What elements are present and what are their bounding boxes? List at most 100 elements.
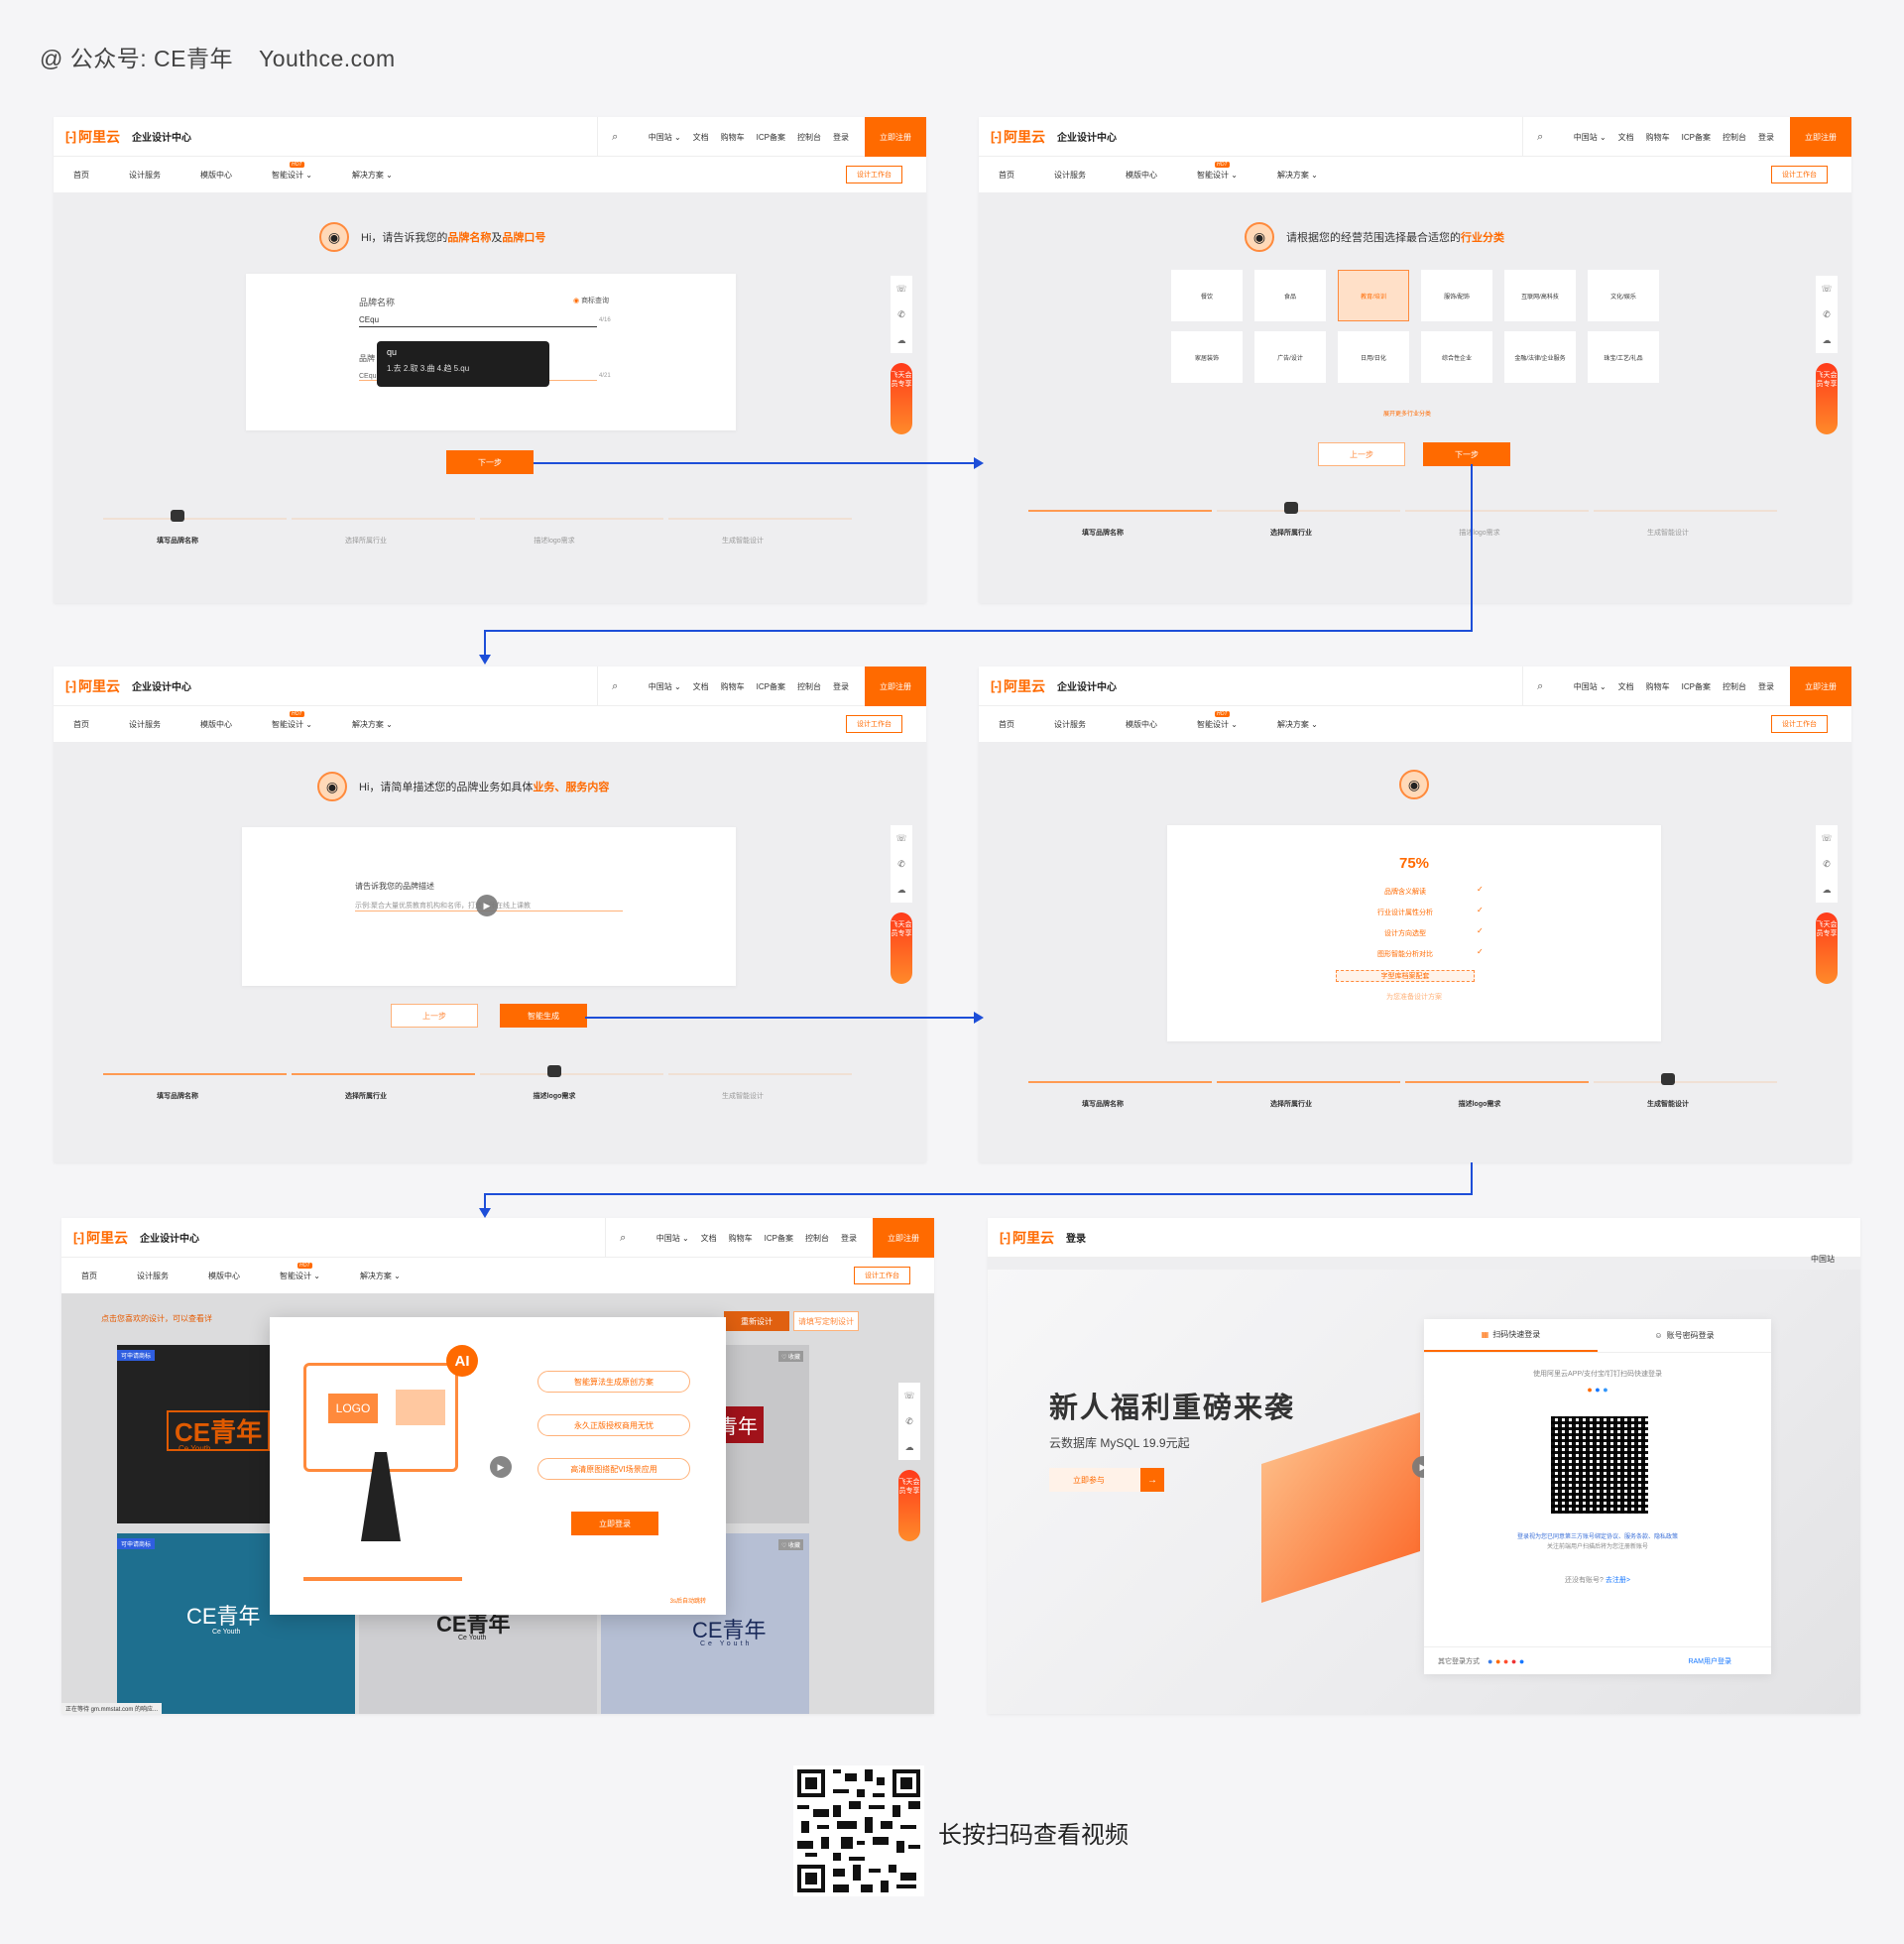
header-nav-item[interactable]: ICP备案 — [1682, 681, 1711, 692]
aliyun-logo[interactable]: [-] 阿里云 — [1000, 1228, 1054, 1248]
header-nav-item[interactable]: 控制台 — [1723, 132, 1746, 143]
subnav-item[interactable]: 设计服务 — [119, 719, 171, 730]
phone-icon[interactable]: ✆ — [1816, 851, 1838, 877]
industry-option[interactable]: 教育/培训 — [1338, 270, 1409, 321]
phone-icon[interactable]: ✆ — [891, 851, 912, 877]
vip-cta-button[interactable]: 飞天会员专享 — [891, 363, 912, 434]
subnav-item[interactable]: 智能设计 ⌄ HOT — [1187, 161, 1248, 181]
phone-icon[interactable]: ✆ — [1816, 302, 1838, 327]
trademark-check[interactable]: ◉ 商标查询 — [573, 296, 609, 305]
phone-icon[interactable]: ✆ — [898, 1408, 920, 1434]
subnav-item[interactable]: 模版中心 — [1116, 719, 1167, 730]
workbench-button[interactable]: 设计工作台 — [1771, 166, 1828, 183]
play-icon[interactable]: ▶ — [476, 895, 498, 916]
subnav-item[interactable]: 设计服务 — [1044, 170, 1096, 181]
header-nav-item[interactable]: ICP备案 — [1682, 132, 1711, 143]
subnav-item[interactable]: 解决方案 ⌄ — [350, 1271, 411, 1281]
vip-cta-button[interactable]: 飞天会员专享 — [898, 1470, 920, 1541]
signup-link[interactable]: 去注册> — [1606, 1577, 1630, 1584]
header-nav-item[interactable]: 文档 — [693, 132, 709, 143]
search-icon[interactable]: ⌕ — [1521, 117, 1558, 157]
headset-icon[interactable]: ☏ — [1816, 825, 1838, 851]
header-nav-item[interactable]: 登录 — [1758, 681, 1774, 692]
subnav-item[interactable]: 解决方案 ⌄ — [342, 170, 403, 181]
subnav-item[interactable]: 模版中心 — [190, 170, 242, 181]
search-icon[interactable]: ⌕ — [1521, 667, 1558, 706]
register-button[interactable]: 立即注册 — [1790, 117, 1851, 157]
footer-qr-code[interactable] — [793, 1765, 924, 1896]
subnav-item[interactable]: 设计服务 — [1044, 719, 1096, 730]
custom-design-button[interactable]: 请填写定制设计 — [793, 1311, 859, 1331]
search-icon[interactable]: ⌕ — [596, 667, 633, 706]
subnav-item[interactable]: 智能设计 ⌄ HOT — [270, 1262, 330, 1281]
prev-button[interactable]: 上一步 — [391, 1004, 478, 1028]
subnav-item[interactable]: 智能设计 ⌄ HOT — [1187, 710, 1248, 730]
subnav-item[interactable]: 首页 — [63, 719, 99, 730]
header-nav-item[interactable]: 控制台 — [1723, 681, 1746, 692]
industry-option[interactable]: 家居装饰 — [1171, 331, 1243, 383]
register-button[interactable]: 立即注册 — [873, 1218, 934, 1258]
industry-option[interactable]: 广告/设计 — [1254, 331, 1326, 383]
aliyun-logo[interactable]: [-] 阿里云 — [65, 127, 120, 147]
header-nav-item[interactable]: 购物车 — [721, 132, 745, 143]
ram-login-link[interactable]: RAM用户登录 — [1688, 1656, 1731, 1666]
header-nav-item[interactable]: 登录 — [841, 1233, 857, 1244]
header-nav-item[interactable]: 文档 — [701, 1233, 717, 1244]
redesign-button[interactable]: 重新设计 — [724, 1311, 789, 1331]
header-nav-item[interactable]: ICP备案 — [765, 1233, 793, 1244]
register-button[interactable]: 立即注册 — [1790, 667, 1851, 706]
header-nav-item[interactable]: 中国站 ⌄ — [649, 681, 681, 692]
cloud-icon[interactable]: ☁ — [891, 877, 912, 903]
subnav-item[interactable]: 解决方案 ⌄ — [342, 719, 403, 730]
subnav-item[interactable]: 模版中心 — [1116, 170, 1167, 181]
workbench-button[interactable]: 设计工作台 — [1771, 715, 1828, 733]
header-nav-item[interactable]: 购物车 — [721, 681, 745, 692]
header-nav-item[interactable]: 购物车 — [729, 1233, 753, 1244]
prev-button[interactable]: 上一步 — [1318, 442, 1405, 466]
region-selector[interactable]: 中国站 — [1811, 1254, 1835, 1265]
modal-login-button[interactable]: 立即登录 — [571, 1512, 658, 1535]
next-button[interactable]: 下一步 — [446, 450, 534, 474]
header-nav-item[interactable]: ICP备案 — [757, 681, 785, 692]
subnav-item[interactable]: 首页 — [63, 170, 99, 181]
logo-result-card[interactable]: ♡ 收藏 青年 — [712, 1345, 809, 1523]
favorite-button[interactable]: ♡ 收藏 — [777, 1539, 803, 1550]
next-button[interactable]: 下一步 — [1423, 442, 1510, 466]
subnav-item[interactable]: 首页 — [71, 1271, 107, 1281]
header-nav-item[interactable]: 文档 — [1618, 681, 1634, 692]
headset-icon[interactable]: ☏ — [891, 825, 912, 851]
workbench-button[interactable]: 设计工作台 — [846, 715, 902, 733]
aliyun-logo[interactable]: [-] 阿里云 — [73, 1228, 128, 1248]
subnav-item[interactable]: 设计服务 — [119, 170, 171, 181]
tab-password-login[interactable]: ☺ 账号密码登录 — [1598, 1319, 1771, 1352]
header-nav-item[interactable]: 中国站 ⌄ — [649, 132, 681, 143]
header-nav-item[interactable]: 控制台 — [797, 132, 821, 143]
header-nav-item[interactable]: ICP备案 — [757, 132, 785, 143]
industry-option[interactable]: 服饰/配饰 — [1421, 270, 1492, 321]
industry-option[interactable]: 珠宝/工艺/礼品 — [1588, 331, 1659, 383]
aliyun-logo[interactable]: [-] 阿里云 — [65, 676, 120, 696]
vip-cta-button[interactable]: 飞天会员专享 — [1816, 363, 1838, 434]
search-icon[interactable]: ⌕ — [596, 117, 633, 157]
header-nav-item[interactable]: 控制台 — [805, 1233, 829, 1244]
vip-cta-button[interactable]: 飞天会员专享 — [891, 912, 912, 984]
header-nav-item[interactable]: 登录 — [833, 132, 849, 143]
register-button[interactable]: 立即注册 — [865, 117, 926, 157]
headset-icon[interactable]: ☏ — [1816, 276, 1838, 302]
header-nav-item[interactable]: 控制台 — [797, 681, 821, 692]
phone-icon[interactable]: ✆ — [891, 302, 912, 327]
industry-option[interactable]: 餐饮 — [1171, 270, 1243, 321]
search-icon[interactable]: ⌕ — [604, 1218, 641, 1258]
headset-icon[interactable]: ☏ — [891, 276, 912, 302]
subnav-item[interactable]: 首页 — [989, 170, 1024, 181]
generate-button[interactable]: 智能生成 — [500, 1004, 587, 1028]
aliyun-logo[interactable]: [-] 阿里云 — [991, 127, 1045, 147]
industry-option[interactable]: 文化/娱乐 — [1588, 270, 1659, 321]
subnav-item[interactable]: 智能设计 ⌄ HOT — [262, 710, 322, 730]
industry-option[interactable]: 食品 — [1254, 270, 1326, 321]
header-nav-item[interactable]: 中国站 ⌄ — [656, 1233, 689, 1244]
tab-qr-login[interactable]: ▦ 扫码快速登录 — [1424, 1319, 1598, 1352]
subnav-item[interactable]: 模版中心 — [198, 1271, 250, 1281]
promo-join-button[interactable]: 立即参与 → — [1049, 1468, 1164, 1492]
header-nav-item[interactable]: 中国站 ⌄ — [1574, 132, 1606, 143]
